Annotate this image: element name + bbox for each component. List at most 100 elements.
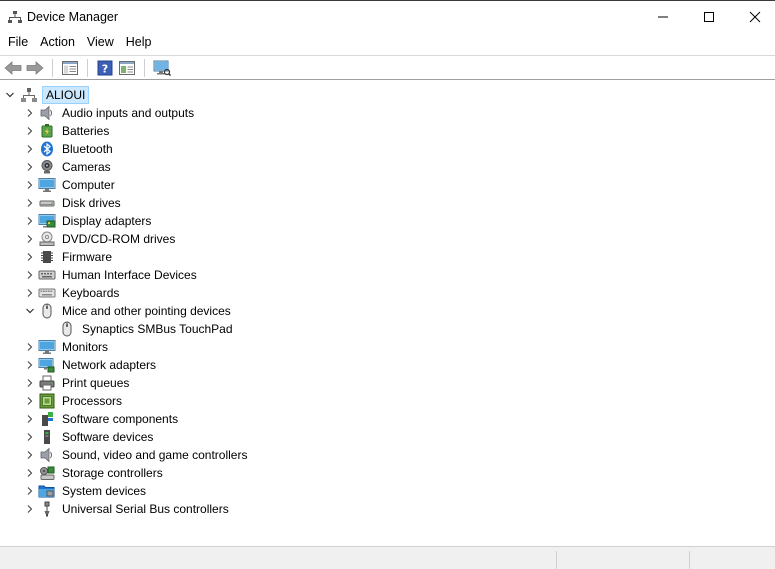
chevron-right-icon[interactable] (24, 140, 36, 158)
tree-category-label: Mice and other pointing devices (62, 304, 231, 318)
tree-category-label: Network adapters (62, 358, 157, 372)
tree-category-label: Disk drives (62, 196, 121, 210)
mouse-icon (38, 302, 56, 320)
title-bar: Device Manager (0, 0, 775, 33)
help-icon: ? (97, 60, 113, 75)
chevron-right-icon[interactable] (24, 176, 36, 194)
tree-category[interactable]: Disk drives (24, 194, 123, 212)
tree-root[interactable]: ALIOUI (4, 86, 90, 104)
chevron-right-icon[interactable] (24, 266, 36, 284)
tree-category-label: Keyboards (62, 286, 120, 300)
scan-hardware-changes-button[interactable] (151, 57, 173, 79)
chevron-right-icon[interactable] (24, 230, 36, 248)
tree-category[interactable]: Bluetooth (24, 140, 115, 158)
chevron-right-icon[interactable] (24, 500, 36, 518)
back-button[interactable] (2, 57, 24, 79)
menu-action[interactable]: Action (34, 33, 81, 54)
chevron-right-icon[interactable] (24, 248, 36, 266)
printer-icon (38, 374, 56, 392)
tree-category[interactable]: Universal Serial Bus controllers (24, 500, 231, 518)
chevron-right-icon[interactable] (24, 446, 36, 464)
chevron-right-icon[interactable] (24, 428, 36, 446)
chevron-right-icon[interactable] (24, 392, 36, 410)
tree-category[interactable]: Mice and other pointing devices (24, 302, 233, 320)
chevron-right-icon[interactable] (24, 122, 36, 140)
monitor-icon (38, 176, 56, 194)
chevron-down-icon[interactable] (4, 86, 16, 104)
minimize-button[interactable] (640, 1, 686, 33)
tree-category[interactable]: Print queues (24, 374, 131, 392)
tree-category-label: Universal Serial Bus controllers (62, 502, 229, 516)
tree-category[interactable]: Firmware (24, 248, 114, 266)
chevron-right-icon[interactable] (24, 338, 36, 356)
chevron-right-icon[interactable] (24, 284, 36, 302)
forward-button[interactable] (24, 57, 46, 79)
maximize-icon (704, 12, 714, 22)
tree-category[interactable]: Keyboards (24, 284, 121, 302)
menu-help[interactable]: Help (120, 33, 158, 54)
chevron-right-icon[interactable] (24, 194, 36, 212)
close-button[interactable] (732, 1, 775, 33)
monitor-icon (38, 338, 56, 356)
tree-device-label: Synaptics SMBus TouchPad (82, 322, 233, 336)
properties-button[interactable] (116, 57, 138, 79)
tree-category[interactable]: DVD/CD-ROM drives (24, 230, 177, 248)
tree-category-label: Display adapters (62, 214, 152, 228)
minimize-icon (658, 16, 668, 18)
tree-category[interactable]: Processors (24, 392, 124, 410)
tree-category[interactable]: Display adapters (24, 212, 153, 230)
menu-file[interactable]: File (2, 33, 34, 54)
tree-category[interactable]: System devices (24, 482, 148, 500)
tree-category-label: Storage controllers (62, 466, 163, 480)
chevron-right-icon[interactable] (24, 482, 36, 500)
tree-category[interactable]: Software devices (24, 428, 155, 446)
tree-category[interactable]: Software components (24, 410, 180, 428)
tree-category-label: Software devices (62, 430, 154, 444)
tree-category-label: Audio inputs and outputs (62, 106, 195, 120)
system-folder-icon (38, 482, 56, 500)
svg-text:?: ? (102, 62, 108, 75)
chevron-right-icon[interactable] (24, 410, 36, 428)
window-title: Device Manager (27, 10, 119, 24)
chevron-right-icon[interactable] (24, 104, 36, 122)
tree-category-label: Monitors (62, 340, 109, 354)
tree-category[interactable]: Cameras (24, 158, 113, 176)
tree-category[interactable]: Sound, video and game controllers (24, 446, 249, 464)
software-component-icon (38, 410, 56, 428)
tree-device[interactable]: Synaptics SMBus TouchPad (58, 320, 235, 338)
tree-category[interactable]: Network adapters (24, 356, 158, 374)
chevron-down-icon[interactable] (24, 302, 36, 320)
usb-icon (38, 500, 56, 518)
device-manager-icon (8, 10, 22, 24)
network-icon (38, 356, 56, 374)
status-bar-separator (689, 551, 690, 569)
chip-icon (38, 248, 56, 266)
menu-bar: File Action View Help (0, 33, 775, 54)
chevron-right-icon[interactable] (24, 464, 36, 482)
tree-category[interactable]: Computer (24, 176, 117, 194)
tree-category-label: Batteries (62, 124, 110, 138)
chevron-right-icon[interactable] (24, 374, 36, 392)
show-hide-console-tree-button[interactable] (59, 57, 81, 79)
chevron-right-icon[interactable] (24, 158, 36, 176)
keyboard-icon (38, 284, 56, 302)
toolbar: ? (0, 55, 775, 79)
bluetooth-icon (38, 140, 56, 158)
console-tree-icon (62, 60, 78, 75)
menu-view[interactable]: View (81, 33, 120, 54)
tree-category[interactable]: Audio inputs and outputs (24, 104, 196, 122)
toolbar-separator (52, 58, 53, 77)
disk-drive-icon (38, 194, 56, 212)
tree-category[interactable]: Storage controllers (24, 464, 165, 482)
tree-category[interactable]: Monitors (24, 338, 110, 356)
tree-category[interactable]: Batteries (24, 122, 111, 140)
help-button[interactable]: ? (94, 57, 116, 79)
properties-icon (119, 60, 135, 75)
speaker-icon (38, 446, 56, 464)
dvd-drive-icon (38, 230, 56, 248)
chevron-right-icon[interactable] (24, 356, 36, 374)
maximize-button[interactable] (686, 1, 732, 33)
tree-category-label: Cameras (62, 160, 111, 174)
tree-category[interactable]: Human Interface Devices (24, 266, 199, 284)
chevron-right-icon[interactable] (24, 212, 36, 230)
